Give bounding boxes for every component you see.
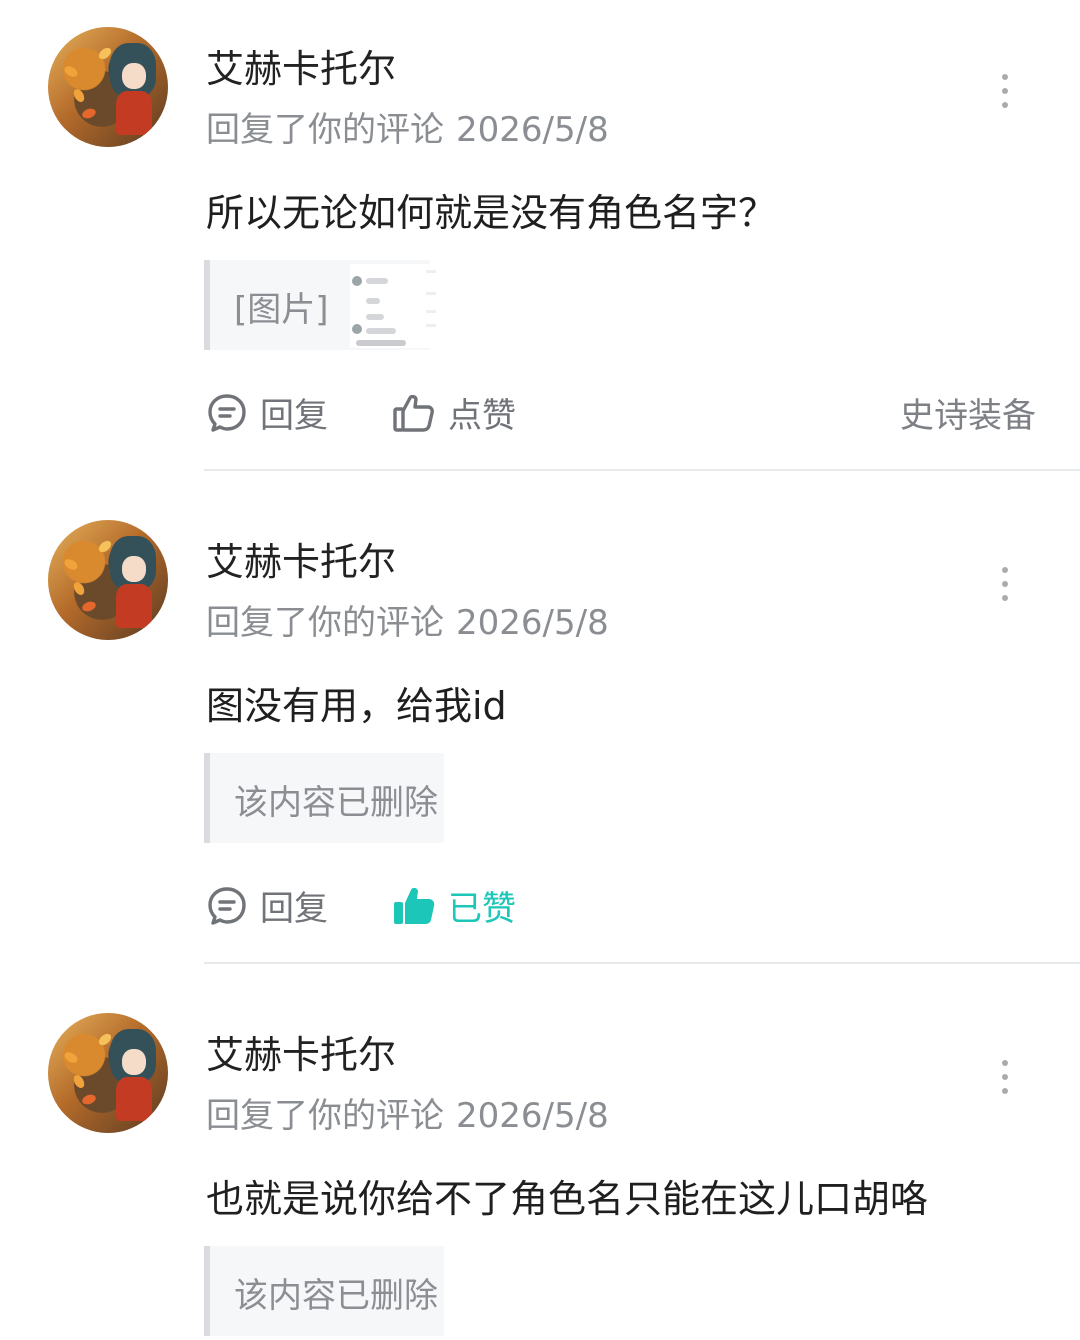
deleted-content-label: 该内容已删除 (234, 783, 438, 823)
like-label: 已赞 (448, 889, 516, 929)
more-vertical-icon[interactable] (995, 567, 1015, 603)
comment-date: 2026/5/8 (456, 1096, 609, 1136)
user-avatar[interactable] (48, 520, 168, 640)
thumbs-up-outline-icon (393, 394, 434, 432)
comment-actions: 回复 已赞 (206, 881, 1036, 929)
like-button[interactable]: 点赞 (392, 388, 516, 437)
quoted-content[interactable]: 该内容已删除 (204, 753, 444, 843)
user-avatar[interactable] (48, 1013, 168, 1133)
comment-meta: 回复了你的评论 2026/5/8 (206, 1088, 609, 1137)
reply-action-text: 回复了你的评论 (206, 603, 444, 643)
reply-button[interactable]: 回复 (206, 881, 328, 930)
comment-date: 2026/5/8 (456, 110, 609, 150)
comment-text: 也就是说你给不了角色名只能在这儿口胡咯 (206, 1177, 929, 1221)
quoted-content[interactable]: [图片] (204, 260, 440, 350)
like-label: 点赞 (448, 396, 516, 436)
quoted-content[interactable]: 该内容已删除 (204, 1246, 444, 1336)
reply-button[interactable]: 回复 (206, 388, 328, 437)
author-name[interactable]: 艾赫卡托尔 (206, 531, 396, 586)
quoted-image-thumbnail[interactable] (350, 264, 440, 348)
author-name[interactable]: 艾赫卡托尔 (206, 38, 396, 93)
quoted-image-label: [图片] (234, 290, 329, 330)
comment-bubble-icon (208, 886, 246, 925)
comment-text: 图没有用，给我id (206, 684, 507, 728)
comment-actions: 回复 点赞 史诗装备 (206, 388, 1036, 436)
divider (204, 469, 1080, 471)
comment-meta: 回复了你的评论 2026/5/8 (206, 595, 609, 644)
user-avatar[interactable] (48, 27, 168, 147)
comment-bubble-icon (208, 393, 246, 432)
comment-text: 所以无论如何就是没有角色名字？ (206, 191, 777, 235)
reply-label: 回复 (260, 889, 328, 929)
comment-date: 2026/5/8 (456, 603, 609, 643)
deleted-content-label: 该内容已删除 (234, 1276, 438, 1316)
thumbs-up-filled-icon (394, 887, 435, 924)
more-vertical-icon[interactable] (995, 74, 1015, 110)
author-name[interactable]: 艾赫卡托尔 (206, 1024, 396, 1079)
reply-action-text: 回复了你的评论 (206, 1096, 444, 1136)
user-title-badge: 史诗装备 (900, 396, 1036, 436)
reply-action-text: 回复了你的评论 (206, 110, 444, 150)
divider (204, 962, 1080, 964)
reply-label: 回复 (260, 396, 328, 436)
like-button[interactable]: 已赞 (392, 881, 516, 930)
more-vertical-icon[interactable] (995, 1060, 1015, 1096)
comment-meta: 回复了你的评论 2026/5/8 (206, 102, 609, 151)
